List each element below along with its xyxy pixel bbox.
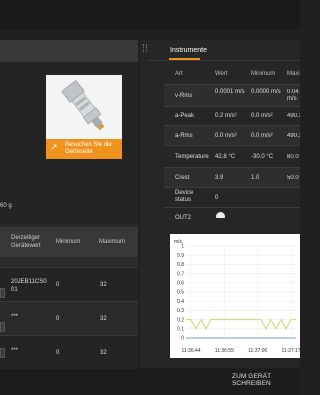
- art-cell: Temperature: [175, 154, 209, 160]
- col-art: Art: [175, 71, 183, 77]
- col-minimum: Minimum: [56, 239, 81, 245]
- min-cell: 0.0 m/s²: [251, 133, 273, 139]
- write-to-device-button[interactable]: ZUM GERÄT SCHREIBEN: [232, 373, 300, 387]
- current-value-cell: 20JEB11CS0 01: [11, 279, 47, 293]
- col-maximum: Maximum: [99, 239, 126, 245]
- drag-grip-icon: [143, 44, 147, 52]
- y-tick-label: 0.9: [177, 253, 184, 259]
- instrument-row-crest: Crest 3.9 1.0 50.0: [164, 167, 300, 188]
- wert-cell: 3.9: [215, 175, 224, 181]
- toggle-icon[interactable]: [216, 212, 225, 218]
- max-cell: 80.0: [287, 154, 299, 160]
- current-value-cell: ***: [11, 348, 19, 354]
- y-tick-label: 0.2: [177, 317, 184, 323]
- col-current-value: Derzeitiger Gerätewert: [11, 235, 41, 249]
- max-cell: 0.04 m/s: [287, 89, 299, 102]
- sensor-image: [46, 75, 122, 139]
- y-tick-label: 0.5: [177, 290, 184, 296]
- instrument-row-out2: OUT2: [164, 207, 300, 230]
- y-tick-label: 0.1: [177, 327, 184, 333]
- min-cell: 0.0 m/s²: [251, 113, 273, 119]
- wert-cell: 0.2 m/s²: [215, 113, 237, 119]
- instrument-row-a-peak: a-Peak 0.2 m/s² 0.0 m/s² 490.3: [164, 106, 300, 126]
- y-tick-label: 0.8: [177, 262, 184, 268]
- y-tick-label: 0: [181, 336, 184, 342]
- min-cell: 0.0000 m/s: [251, 89, 281, 95]
- instruments-table-header: Art Wert Minimum Maxi: [164, 64, 300, 84]
- instrument-row-temperature: Temperature 42.8 °C -30.0 °C 80.0: [164, 145, 300, 168]
- x-tick-label: 11:37:17: [281, 348, 300, 354]
- tab-instruments[interactable]: Instrumente: [170, 47, 207, 54]
- current-value-cell: ***: [11, 314, 19, 320]
- wert-cell: 0.0001 m/s: [215, 89, 245, 95]
- col-maximum: Maxi: [287, 71, 300, 77]
- y-tick-label: 1: [181, 244, 184, 250]
- min-cell: -30.0 °C: [251, 154, 274, 160]
- external-link-icon: ↗: [50, 142, 58, 152]
- y-tick-label: 0.4: [177, 299, 184, 305]
- instrument-row-a-rms: a-Rms 0.0 m/s² 0.0 m/s² 490.3: [164, 125, 300, 146]
- device-panel-header: [0, 40, 138, 63]
- table-row: 20JEB11CS0 01 0 32: [0, 267, 138, 301]
- panel-resize-handle[interactable]: [140, 40, 148, 368]
- row-marker: [0, 348, 5, 358]
- max-cell: 32: [100, 316, 107, 322]
- top-bar: [0, 0, 300, 30]
- parameter-table-header: Derzeitiger Gerätewert Minimum Maximum: [0, 227, 138, 257]
- visit-device-page-label: Besuchen Sie die Gerteseite: [65, 142, 112, 155]
- max-cell: 490.3: [287, 133, 300, 139]
- row-marker: [0, 288, 5, 298]
- min-cell: 0: [56, 316, 60, 322]
- active-tab-indicator: [169, 58, 200, 60]
- max-cell: 32: [100, 282, 107, 288]
- max-cell: 50.0: [287, 175, 299, 181]
- min-cell: 0: [56, 350, 60, 356]
- table-row: *** 0 32: [0, 335, 138, 369]
- table-row: *** 0 32: [0, 301, 138, 335]
- art-cell: v-Rms: [175, 93, 193, 99]
- x-tick-label: 11:36:55: [215, 348, 234, 354]
- x-tick-label: 11:36:44: [181, 348, 200, 354]
- y-tick-label: 0.3: [177, 308, 184, 314]
- art-cell: a-Peak: [175, 113, 195, 119]
- product-card[interactable]: ↗ Besuchen Sie die Gerteseite: [46, 75, 122, 159]
- row-marker: [0, 322, 5, 332]
- x-tick-label: 11:37:06: [248, 348, 267, 354]
- art-cell: OUT2: [175, 215, 192, 221]
- trend-chart: m/s 1 0.9 0.8 0.7 0.6 0.5 0.4 0.3 0.2 0.1 0 11:36:44…: [170, 234, 301, 358]
- wert-cell: 0.0 m/s²: [215, 133, 237, 139]
- min-cell: 1.0: [251, 175, 260, 181]
- visit-device-page-link[interactable]: ↗ Besuchen Sie die Gerteseite: [46, 139, 122, 159]
- art-cell: Device status: [175, 190, 194, 203]
- max-cell: 32: [100, 350, 107, 356]
- art-cell: Crest: [175, 175, 190, 181]
- instrument-row-device-status: Device status 0: [164, 187, 300, 208]
- wert-cell: 0: [215, 195, 219, 201]
- wert-cell: 42.8 °C: [215, 154, 236, 160]
- y-tick-label: 0.6: [177, 281, 184, 287]
- min-cell: 0: [56, 282, 60, 288]
- instrument-row-v-rms: v-Rms 0.0001 m/s 0.0000 m/s 0.04 m/s: [164, 84, 300, 107]
- col-wert: Wert: [215, 71, 228, 77]
- max-cell: 490.3: [287, 113, 300, 119]
- truncated-value: 60 g: [0, 203, 12, 209]
- y-tick-label: 0.7: [177, 271, 184, 277]
- col-minimum: Minimum: [251, 71, 276, 77]
- art-cell: a-Rms: [175, 133, 193, 139]
- series-line-1: [186, 318, 296, 330]
- chart-plot: m/s10.90.80.70.60.50.40.30.20.1011:36:44…: [174, 239, 301, 354]
